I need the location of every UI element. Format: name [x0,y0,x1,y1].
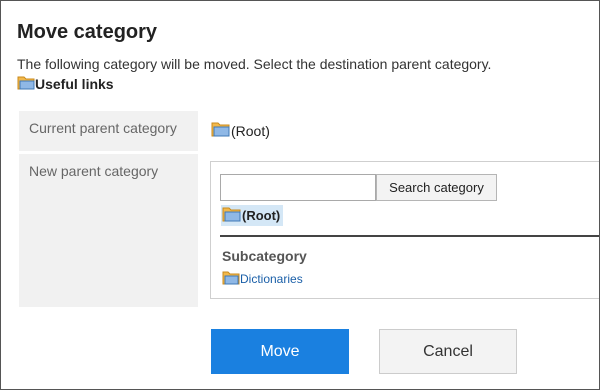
folder-icon [211,121,231,140]
subcategory-item-dictionaries[interactable]: Dictionaries [222,270,303,288]
move-button[interactable]: Move [211,329,349,374]
dialog-description: The following category will be moved. Se… [17,56,492,72]
current-parent-value: (Root) [211,121,270,140]
current-parent-label: Current parent category [19,111,198,151]
folder-icon [222,270,240,288]
search-category-button[interactable]: Search category [376,174,497,201]
current-parent-text: (Root) [231,122,270,139]
divider [220,235,599,237]
dialog-title: Move category [17,21,158,43]
tree-node-root[interactable]: (Root) [221,205,284,226]
new-parent-label: New parent category [19,154,198,307]
category-picker: Search category (Root) Subcategory Dicti… [210,161,599,299]
folder-icon [17,74,35,93]
subcategory-link[interactable]: Dictionaries [240,272,303,286]
subcategory-heading: Subcategory [222,248,307,264]
target-category: Useful links [17,74,114,93]
move-category-dialog: Move category The following category wil… [0,0,600,390]
tree-node-root-label: (Root) [242,208,281,223]
cancel-button[interactable]: Cancel [379,329,517,374]
folder-icon [222,206,242,225]
target-category-name: Useful links [35,75,114,92]
search-input[interactable] [220,174,376,201]
